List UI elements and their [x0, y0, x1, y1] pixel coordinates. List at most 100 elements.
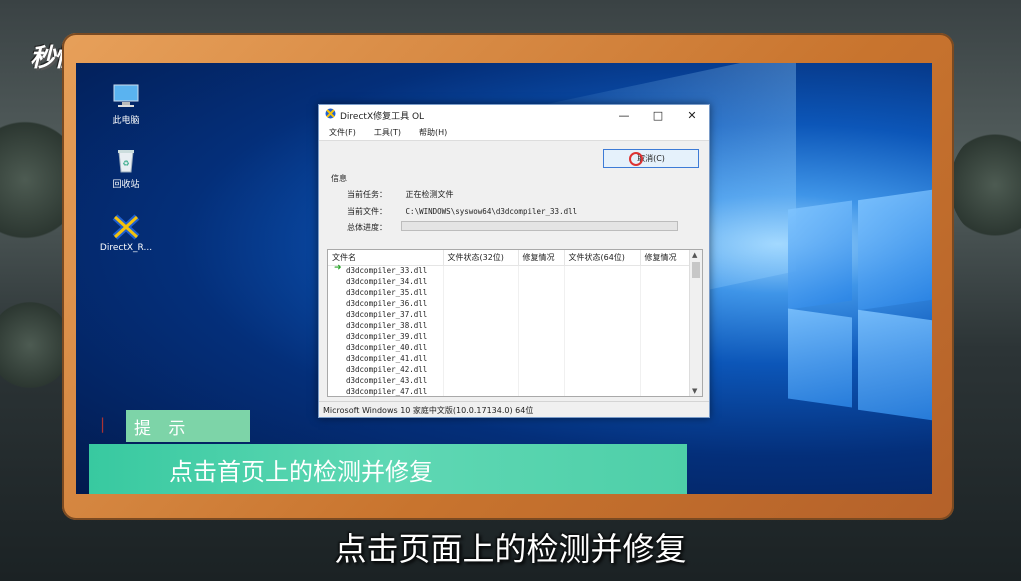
computer-icon: [111, 83, 141, 109]
status-cell: [640, 375, 691, 386]
status-cell: [443, 331, 519, 342]
directx-repair-icon: [111, 213, 141, 240]
overall-progress-bar: [401, 221, 678, 231]
column-header-status-32[interactable]: 文件状态(32位): [443, 250, 519, 266]
status-cell: [518, 331, 565, 342]
file-name-cell: d3dcompiler_39.dll: [328, 331, 444, 342]
status-cell: [518, 353, 565, 364]
current-task-row: 当前任务： 正在检测文件: [347, 189, 454, 200]
maximize-button[interactable]: □: [641, 105, 675, 125]
scrollbar-thumb[interactable]: [692, 262, 700, 278]
status-cell: [443, 287, 519, 298]
window-titlebar[interactable]: DirectX修复工具 OL — □ ✕: [319, 105, 709, 125]
current-file-row: 当前文件： C:\WINDOWS\syswow64\d3dcompiler_33…: [347, 206, 577, 217]
status-cell: [518, 309, 565, 320]
status-cell: [640, 353, 691, 364]
table-row[interactable]: d3dcompiler_33.dll: [328, 265, 691, 276]
minimize-icon: —: [618, 108, 630, 122]
column-header-status-64[interactable]: 文件状态(64位): [564, 250, 641, 266]
table-row[interactable]: d3dcompiler_43.dll: [328, 375, 691, 386]
file-name-cell: d3dcompiler_41.dll: [328, 353, 444, 364]
background-tree: [950, 130, 1021, 240]
scroll-up-icon[interactable]: ▲: [692, 251, 697, 259]
file-name-cell: d3dcompiler_35.dll: [328, 287, 444, 298]
status-cell: [518, 265, 565, 276]
status-cell: [518, 287, 565, 298]
close-button[interactable]: ✕: [675, 105, 709, 125]
tip-marker: |: [100, 415, 106, 433]
status-cell: [518, 298, 565, 309]
overall-progress-label: 总体进度：: [347, 223, 387, 232]
file-name-cell: d3dcompiler_34.dll: [328, 276, 444, 287]
windows-logo-pane: [858, 189, 932, 311]
table-row[interactable]: d3dcompiler_41.dll: [328, 353, 691, 364]
maximize-icon: □: [652, 108, 664, 122]
scroll-down-icon[interactable]: ▼: [692, 387, 697, 395]
desktop-icon-recycle-bin[interactable]: ♻ 回收站: [96, 147, 156, 190]
status-cell: [640, 276, 691, 287]
status-cell: [443, 309, 519, 320]
overall-progress-row: 总体进度：: [347, 222, 403, 233]
status-cell: [518, 386, 565, 396]
status-cell: [518, 276, 565, 287]
desktop-icon-label: DirectX_R...: [99, 243, 153, 253]
file-name-cell: d3dcompiler_37.dll: [328, 309, 444, 320]
tip-label: 提 示: [126, 410, 250, 442]
minimize-button[interactable]: —: [607, 105, 641, 125]
windows-logo-pane: [858, 309, 932, 421]
desktop-icon-label: 此电脑: [112, 116, 140, 126]
status-cell: [640, 265, 691, 276]
table-row[interactable]: d3dcompiler_35.dll: [328, 287, 691, 298]
table-row[interactable]: d3dcompiler_39.dll: [328, 331, 691, 342]
status-cell: [640, 287, 691, 298]
status-cell: [564, 265, 641, 276]
status-cell: [564, 320, 641, 331]
column-header-repair-64[interactable]: 修复情况: [640, 250, 691, 266]
status-cell: [443, 353, 519, 364]
status-cell: [640, 320, 691, 331]
directx-repair-window: DirectX修复工具 OL — □ ✕ 文件(F) 工具(T) 帮助(H) 取…: [318, 104, 710, 418]
window-title: DirectX修复工具 OL: [340, 111, 425, 122]
menu-bar: 文件(F) 工具(T) 帮助(H): [319, 125, 709, 141]
table-row[interactable]: d3dcompiler_40.dll: [328, 342, 691, 353]
status-cell: [518, 320, 565, 331]
status-bar: Microsoft Windows 10 家庭中文版(10.0.17134.0)…: [319, 401, 709, 417]
close-icon: ✕: [687, 108, 697, 122]
current-task-value: 正在检测文件: [405, 190, 454, 199]
desktop-icon-this-pc[interactable]: 此电脑: [96, 83, 156, 126]
status-cell: [640, 331, 691, 342]
status-cell: [443, 265, 519, 276]
desktop-icon-directx-repair[interactable]: DirectX_R...: [96, 213, 156, 253]
click-indicator: [629, 152, 643, 166]
column-header-repair-32[interactable]: 修复情况: [518, 250, 565, 266]
desktop-icon-label: 回收站: [112, 180, 140, 190]
menu-help[interactable]: 帮助(H): [419, 127, 447, 138]
file-name-cell: d3dcompiler_33.dll: [328, 265, 444, 276]
table-row[interactable]: d3dcompiler_37.dll: [328, 309, 691, 320]
status-cell: [564, 309, 641, 320]
status-cell: [564, 276, 641, 287]
current-file-value: C:\WINDOWS\syswow64\d3dcompiler_33.dll: [405, 207, 578, 216]
file-name-cell: d3dcompiler_38.dll: [328, 320, 444, 331]
video-subtitle: 点击页面上的检测并修复: [334, 530, 687, 568]
file-name-cell: d3dcompiler_42.dll: [328, 364, 444, 375]
cancel-button[interactable]: 取消(C): [603, 149, 699, 168]
status-cell: [443, 298, 519, 309]
table-row[interactable]: d3dcompiler_47.dll: [328, 386, 691, 396]
status-cell: [640, 364, 691, 375]
table-row[interactable]: d3dcompiler_42.dll: [328, 364, 691, 375]
table-row[interactable]: d3dcompiler_36.dll: [328, 298, 691, 309]
current-file-arrow-icon: ➜: [334, 263, 342, 273]
file-name-cell: d3dcompiler_36.dll: [328, 298, 444, 309]
status-cell: [640, 342, 691, 353]
info-group-label: 信息: [331, 174, 347, 183]
list-scrollbar[interactable]: ▲ ▼: [689, 250, 702, 396]
table-row[interactable]: d3dcompiler_34.dll: [328, 276, 691, 287]
status-cell: [640, 386, 691, 396]
table-row[interactable]: d3dcompiler_38.dll: [328, 320, 691, 331]
status-cell: [443, 342, 519, 353]
column-header-filename[interactable]: 文件名: [328, 250, 444, 266]
menu-tools[interactable]: 工具(T): [374, 127, 401, 138]
windows-logo-pane: [788, 200, 852, 310]
menu-file[interactable]: 文件(F): [329, 127, 356, 138]
